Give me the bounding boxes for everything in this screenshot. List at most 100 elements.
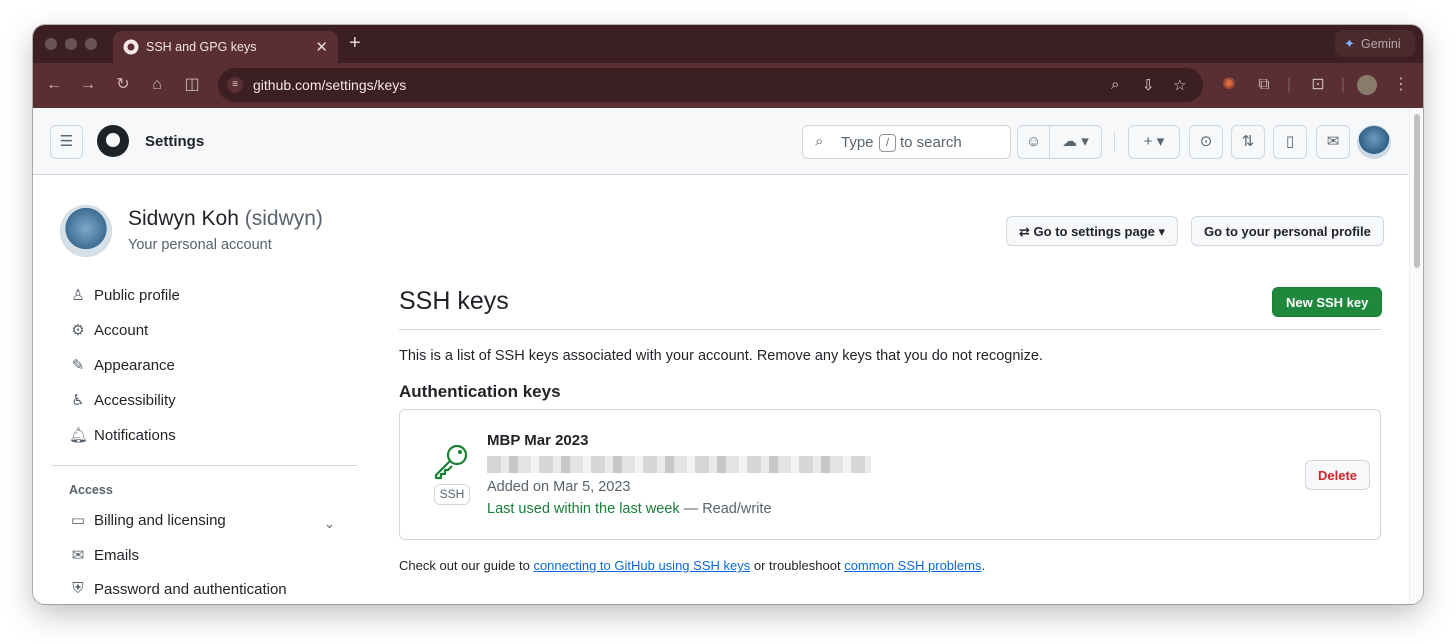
bell-icon: 🔔︎	[69, 427, 89, 444]
copilot-dropdown-icon[interactable]: ☁ ▾	[1049, 125, 1102, 159]
sidebar-item-label: Account	[94, 322, 149, 339]
section-heading: Authentication keys	[399, 382, 561, 401]
sidebar-divider	[52, 465, 357, 466]
key-last-used: Last used within the last week	[487, 501, 680, 517]
key-added-date: Added on Mar 5, 2023	[487, 479, 631, 495]
kebab-menu-icon[interactable]: ⋮	[1391, 75, 1411, 95]
title-divider	[399, 329, 1381, 330]
browser-window: SSH and GPG keys ✕ + ✦ Gemini ← → ↻ ⌂ ◫ …	[33, 25, 1423, 604]
ssh-key-list-item: SSH MBP Mar 2023 Added on Mar 5, 2023 La…	[399, 409, 1381, 540]
claude-extension-icon[interactable]: ✺	[1219, 75, 1239, 95]
tab-strip: SSH and GPG keys ✕ + ✦ Gemini	[33, 25, 1423, 63]
reload-icon[interactable]: ↻	[113, 75, 133, 95]
home-icon[interactable]: ⌂	[147, 75, 167, 95]
install-app-icon[interactable]: ⇩	[1142, 76, 1155, 94]
profile-avatar	[60, 205, 112, 257]
site-info-icon[interactable]: ≡	[227, 77, 243, 93]
extensions-puzzle-icon[interactable]: ⧉	[1254, 75, 1274, 95]
sidebar-section-heading: Access	[69, 483, 113, 497]
sidebar-item-label: Accessibility	[94, 392, 176, 409]
reading-mode-icon[interactable]: ⊡	[1308, 75, 1328, 95]
search-suffix: to search	[900, 134, 962, 151]
scrollbar-thumb[interactable]	[1414, 114, 1420, 268]
toolbar-divider-2: |	[1340, 76, 1346, 93]
person-icon: ♙	[71, 287, 85, 304]
ssh-guide-link[interactable]: connecting to GitHub using SSH keys	[533, 558, 750, 573]
ssh-troubleshoot-link[interactable]: common SSH problems	[844, 558, 981, 573]
sidebar-item-label: Appearance	[94, 357, 175, 374]
ssh-type-badge: SSH	[434, 484, 470, 505]
go-to-settings-label: Go to settings page	[1033, 224, 1155, 239]
key-usage-line: Last used within the last week — Read/wr…	[487, 501, 772, 517]
key-fingerprint-redacted	[487, 456, 871, 473]
header-divider	[1114, 132, 1115, 152]
search-prefix: Type	[841, 134, 874, 151]
search-shortcut-key: /	[879, 134, 896, 152]
sidebar-item-label: Billing and licensing	[94, 512, 226, 529]
profile-name[interactable]: Sidwyn Koh	[128, 207, 239, 230]
gear-icon: ⚙	[71, 322, 85, 339]
forward-arrow-icon[interactable]: →	[78, 75, 98, 95]
sidebar-item-label: Public profile	[94, 287, 180, 304]
guide-prefix: Check out our guide to	[399, 558, 530, 573]
zoom-icon[interactable]: ⌕	[1111, 76, 1119, 93]
switch-arrows-icon: ⇄	[1019, 224, 1030, 239]
search-icon: ⌕	[815, 133, 824, 150]
chevron-down-icon[interactable]: ⌄	[324, 516, 335, 532]
go-to-settings-page-button[interactable]: ⇄ Go to settings page ▾	[1006, 216, 1179, 246]
credit-card-icon: ▭	[70, 512, 86, 529]
gemini-button[interactable]: ✦ Gemini	[1335, 30, 1415, 57]
user-avatar[interactable]	[1357, 125, 1391, 159]
profile-name-line: Sidwyn Koh (sidwyn)	[128, 207, 323, 231]
new-tab-button[interactable]: +	[349, 32, 361, 55]
guide-middle: or troubleshoot	[753, 558, 841, 573]
key-icon	[434, 444, 468, 480]
paintbrush-icon: ✎	[71, 357, 85, 374]
copilot-icon[interactable]: ☺	[1017, 125, 1050, 159]
sidebar-item-label: Password and authentication	[94, 581, 287, 598]
browser-tab-active[interactable]: SSH and GPG keys ✕	[113, 31, 338, 63]
browser-toolbar: ← → ↻ ⌂ ◫ ≡ github.com/settings/keys ⌕ ⇩…	[33, 63, 1423, 108]
bookmark-star-icon[interactable]: ☆	[1173, 76, 1186, 94]
hamburger-menu-icon[interactable]: ☰	[50, 125, 83, 159]
go-to-profile-button[interactable]: Go to your personal profile	[1191, 216, 1384, 246]
pull-requests-icon[interactable]: ⇅	[1231, 125, 1265, 159]
maximize-window-button[interactable]	[85, 38, 97, 50]
accessibility-icon: ♿	[71, 392, 85, 409]
guide-text: Check out our guide to connecting to Git…	[399, 558, 985, 573]
chevron-down-icon: ▾	[1158, 224, 1166, 239]
minimize-window-button[interactable]	[65, 38, 77, 50]
inbox-icon[interactable]: ✉	[1316, 125, 1350, 159]
delete-key-button[interactable]: Delete	[1305, 460, 1371, 490]
page-context-title: Settings	[145, 133, 205, 150]
sidebar-item-label: Emails	[94, 547, 140, 564]
profile-subtitle: Your personal account	[128, 237, 272, 253]
tab-close-icon[interactable]: ✕	[315, 38, 328, 56]
split-view-icon[interactable]: ◫	[182, 75, 202, 95]
github-header: ☰ Settings ⌕ Type / to search ☺ ☁ ▾ + ▾ …	[33, 108, 1409, 175]
page-description: This is a list of SSH keys associated wi…	[399, 348, 1043, 364]
create-new-plus-icon[interactable]: + ▾	[1128, 125, 1180, 159]
gemini-label: Gemini	[1361, 37, 1401, 51]
page-scrollbar[interactable]	[1409, 108, 1423, 604]
gemini-sparkle-icon: ✦	[1344, 36, 1355, 51]
settings-page: Sidwyn Koh (sidwyn) Your personal accoun…	[33, 176, 1409, 604]
tab-title: SSH and GPG keys	[146, 40, 257, 54]
repositories-icon[interactable]: ▯	[1273, 125, 1307, 159]
address-url[interactable]: github.com/settings/keys	[253, 77, 406, 93]
key-title: MBP Mar 2023	[487, 432, 589, 449]
toolbar-divider: |	[1286, 76, 1292, 93]
profile-avatar-icon[interactable]	[1357, 75, 1377, 95]
close-window-button[interactable]	[45, 38, 57, 50]
guide-suffix: .	[981, 558, 986, 573]
search-input[interactable]: ⌕ Type / to search	[802, 125, 1011, 159]
shield-lock-icon: ⛨	[72, 580, 84, 597]
back-arrow-icon[interactable]: ←	[44, 75, 64, 95]
mail-icon: ✉	[71, 547, 85, 564]
github-logo-icon[interactable]	[97, 125, 129, 157]
issues-icon[interactable]: ⊙	[1189, 125, 1223, 159]
new-ssh-key-button[interactable]: New SSH key	[1272, 287, 1383, 317]
address-bar[interactable]: ≡ github.com/settings/keys ⌕ ⇩ ☆	[218, 68, 1203, 102]
page-title: SSH keys	[399, 287, 509, 315]
sidebar-item-label: Notifications	[94, 427, 176, 444]
